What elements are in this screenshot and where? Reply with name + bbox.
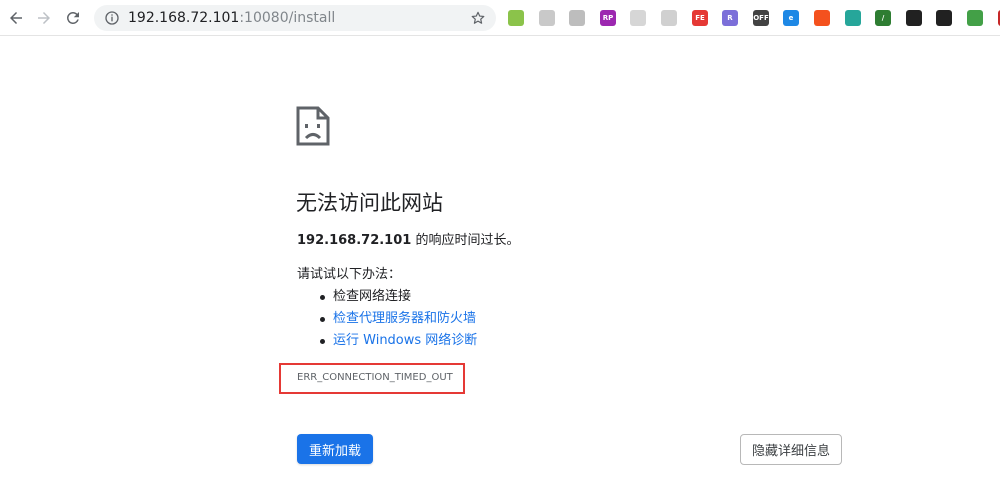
ext-rp-icon[interactable]: RP: [600, 10, 616, 26]
ext-r-hex-icon[interactable]: R: [722, 10, 738, 26]
suggestions-title: 请试试以下办法：: [297, 267, 402, 282]
arrow-left-icon: [10, 12, 22, 24]
extension-label: OFF: [753, 14, 769, 22]
page-title: 无法访问此网站: [296, 191, 443, 215]
arrow-right-icon: [38, 12, 50, 24]
ext-download-icon[interactable]: [967, 10, 983, 26]
ext-orange-icon[interactable]: [814, 10, 830, 26]
address-bar[interactable]: 192.168.72.101:10080/install: [94, 5, 496, 31]
sad-page-icon: [296, 106, 330, 146]
reload-icon: [66, 11, 79, 24]
error-code: ERR_CONNECTION_TIMED_OUT: [297, 372, 453, 383]
error-description: 192.168.72.101 的响应时间过长。: [297, 231, 519, 251]
extension-label: /: [881, 14, 885, 22]
ext-tree-icon[interactable]: [569, 10, 585, 26]
ext-green-circle-icon[interactable]: [508, 10, 524, 26]
back-button[interactable]: [4, 6, 28, 30]
ext-gray-page-icon[interactable]: [539, 10, 555, 26]
url-path: :10080/install: [239, 10, 336, 26]
ext-tamper-icon[interactable]: [936, 10, 952, 26]
suggestions-list: 检查网络连接 检查代理服务器和防火墙 运行 Windows 网络诊断: [318, 287, 477, 353]
hide-details-button[interactable]: 隐藏详细信息: [740, 434, 842, 465]
suggestion-check-proxy[interactable]: 检查代理服务器和防火墙: [318, 309, 477, 331]
forward-button[interactable]: [32, 6, 56, 30]
description-host: 192.168.72.101: [297, 233, 412, 248]
ext-fe-icon[interactable]: FE: [692, 10, 708, 26]
reload-nav-button[interactable]: [61, 6, 85, 30]
info-icon[interactable]: [104, 10, 120, 26]
ext-pen-icon[interactable]: /: [875, 10, 891, 26]
url-text[interactable]: 192.168.72.101:10080/install: [128, 9, 335, 27]
suggestion-check-network: 检查网络连接: [318, 287, 477, 309]
extension-label: e: [788, 14, 794, 22]
reload-button[interactable]: 重新加载: [297, 434, 373, 464]
description-suffix: 的响应时间过长。: [411, 233, 520, 248]
suggestion-text: 检查网络连接: [333, 289, 412, 304]
browser-toolbar: 192.168.72.101:10080/install RP FE R OFF e /: [0, 0, 1000, 36]
extension-label: RP: [602, 14, 614, 22]
suggestion-run-diagnostics[interactable]: 运行 Windows 网络诊断: [318, 331, 477, 353]
extension-label: FE: [695, 14, 705, 22]
ext-shield-icon[interactable]: [906, 10, 922, 26]
url-host: 192.168.72.101: [128, 10, 240, 26]
ext-teal-flower-icon[interactable]: [845, 10, 861, 26]
run-diagnostics-link[interactable]: 运行 Windows 网络诊断: [333, 333, 477, 348]
ext-mail-icon[interactable]: [630, 10, 646, 26]
ext-grid-icon[interactable]: [661, 10, 677, 26]
check-proxy-link[interactable]: 检查代理服务器和防火墙: [333, 311, 476, 326]
extension-label: R: [727, 14, 733, 22]
ext-off-icon[interactable]: OFF: [753, 10, 769, 26]
star-icon[interactable]: [470, 10, 486, 26]
ext-blue-e-icon[interactable]: e: [783, 10, 799, 26]
